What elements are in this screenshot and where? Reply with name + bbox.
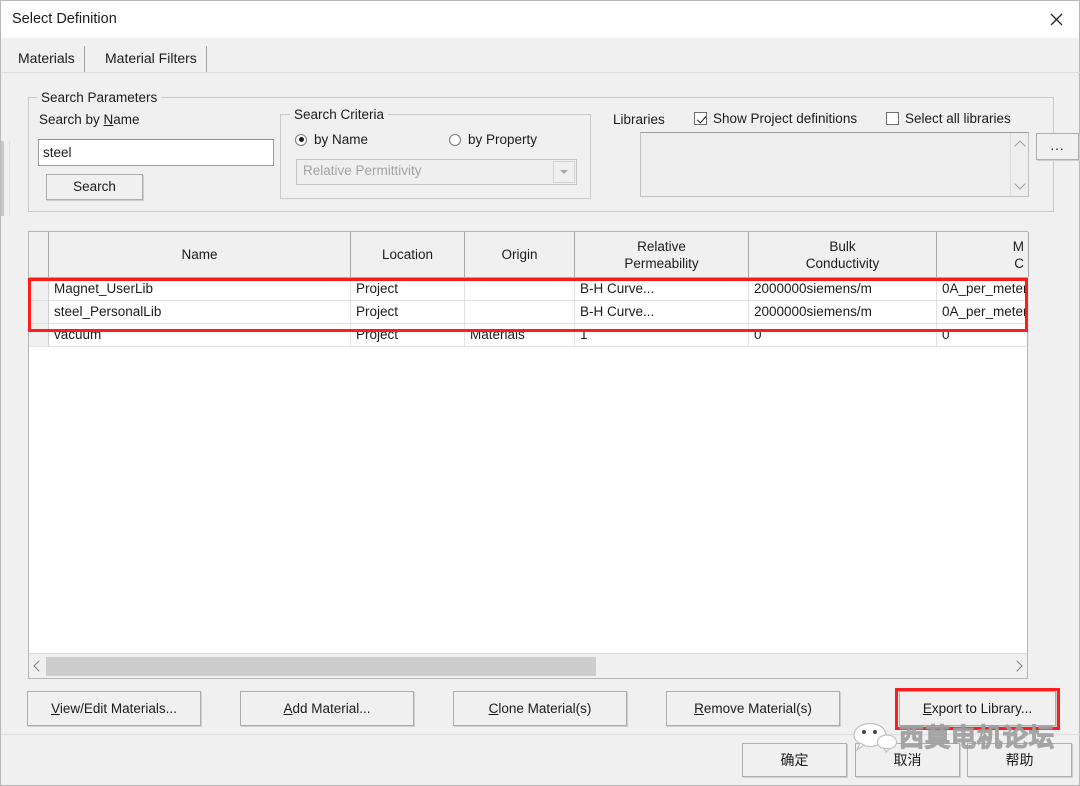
scrollbar-thumb[interactable] [46,657,596,676]
checkbox-select-all-libraries[interactable]: Select all libraries [886,111,1011,126]
table-header-row-selector [29,232,49,277]
radio-by-name-label: by Name [314,132,369,147]
table-header-cell[interactable]: Bulk Conductivity [749,232,937,277]
checkbox-show-project-definitions[interactable]: Show Project definitions [694,111,857,126]
table-cell[interactable]: 1 [575,324,749,346]
search-by-name-label: Search by Name [39,112,140,127]
property-select[interactable]: Relative Permittivity [296,159,577,185]
table-header-label: Bulk [829,238,856,254]
table-header-cell[interactable]: Name [49,232,351,277]
search-criteria-legend: Search Criteria [290,107,389,122]
table-cell[interactable]: 0A_per_meter [937,278,1029,300]
row-selector-cell[interactable] [29,324,49,346]
property-select-value: Relative Permittivity [303,163,422,178]
table-row[interactable]: vacuum Project Materials 1 0 0 [29,324,1029,347]
chevron-down-icon[interactable] [553,161,575,183]
table-cell[interactable]: Project [351,278,465,300]
dialog-button-row: 确定 取消 帮助 [1,743,1079,781]
search-parameters-group: Search Parameters Search by Name Search … [28,90,1079,212]
table-header-label: Name [181,247,218,262]
tab-underline [1,72,1080,73]
title-bar: Select Definition [1,1,1079,38]
browse-libraries-button[interactable]: ... [1036,133,1079,160]
clone-materials-button[interactable]: Clone Material(s) [453,691,627,726]
table-cell[interactable]: 0 [937,324,1029,346]
action-button-row: View/Edit Materials... Add Material... C… [1,691,1079,727]
tab-strip: Materials Material Filters [1,38,1080,73]
table-cell[interactable]: 0 [749,324,937,346]
tab-materials[interactable]: Materials [9,46,85,73]
table-header-label-line2: C [1014,255,1024,271]
table-cell[interactable] [465,301,575,323]
table-cell[interactable]: Magnet_UserLib [49,278,351,300]
table-header-label: Location [381,247,434,262]
table-cell[interactable] [465,278,575,300]
table-horizontal-scrollbar[interactable] [29,653,1027,678]
ok-button[interactable]: 确定 [742,743,847,777]
chevron-down-icon[interactable] [1011,176,1028,194]
radio-by-name[interactable]: by Name [295,132,368,147]
radio-button-icon [449,133,461,146]
table-header-cell[interactable]: Location [351,232,465,277]
window-title: Select Definition [12,11,117,27]
chevron-up-icon[interactable] [1011,135,1028,153]
separator [1,734,1080,735]
table-header-cell[interactable]: Origin [465,232,575,277]
table-row[interactable]: Magnet_UserLib Project B-H Curve... 2000000… [29,278,1029,301]
table-cell[interactable]: B-H Curve... [575,278,749,300]
help-button[interactable]: 帮助 [967,743,1072,777]
select-definition-dialog: Select Definition Materials Material Fil… [0,0,1080,786]
search-input[interactable] [38,139,274,166]
table-cell[interactable]: Project [351,324,465,346]
row-selector-cell[interactable] [29,278,49,300]
table-header-cell[interactable]: MC [937,232,1029,277]
close-icon[interactable] [1033,1,1079,37]
radio-button-icon [295,133,307,146]
remove-materials-button[interactable]: Remove Material(s) [666,691,840,726]
table-cell[interactable]: vacuum [49,324,351,346]
search-parameters-legend: Search Parameters [37,90,162,105]
row-selector-cell[interactable] [29,301,49,323]
table-cell[interactable]: B-H Curve... [575,301,749,323]
libraries-scrollbar[interactable] [1010,133,1028,196]
libraries-list[interactable] [640,132,1029,197]
view-edit-materials-button[interactable]: View/Edit Materials... [27,691,201,726]
table-cell[interactable]: Materials [465,324,575,346]
table-cell[interactable]: 2000000siemens/m [749,301,937,323]
table-header-label-line2: Conductivity [805,255,880,271]
show-project-definitions-label: Show Project definitions [713,111,858,126]
table-cell[interactable]: 0A_per_meter [937,301,1029,323]
table-body: Magnet_UserLib Project B-H Curve... 2000000… [29,278,1029,652]
table-header-cell[interactable]: Relative Permeability [575,232,749,277]
chevron-left-icon[interactable] [29,654,46,678]
table-header-row: Name Location Origin Relative Permeability Bu… [29,232,1029,278]
add-material-button[interactable]: Add Material... [240,691,414,726]
radio-by-property[interactable]: by Property [449,132,537,147]
table-cell[interactable]: steel_PersonalLib [49,301,351,323]
table-cell[interactable]: 2000000siemens/m [749,278,937,300]
table-header-label: M [1012,238,1024,254]
libraries-label: Libraries [613,112,665,127]
search-button[interactable]: Search [46,174,143,200]
tab-material-filters[interactable]: Material Filters [96,46,207,73]
materials-table: Name Location Origin Relative Permeability Bu… [28,231,1029,679]
export-to-library-button[interactable]: Export to Library... [899,691,1056,726]
chevron-right-icon[interactable] [1010,654,1027,678]
radio-by-property-label: by Property [468,132,538,147]
table-header-label: Relative [637,238,686,254]
search-criteria-group: Search Criteria by Name by Property Rela… [280,107,591,199]
cancel-button[interactable]: 取消 [855,743,960,777]
edge-artifact [1,141,4,216]
edge-artifact-2 [9,141,10,216]
checkbox-icon [886,112,899,125]
select-all-libraries-label: Select all libraries [905,111,1011,126]
table-cell[interactable]: Project [351,301,465,323]
table-row[interactable]: steel_PersonalLib Project B-H Curve... 2000… [29,301,1029,324]
table-header-label-line2: Permeability [624,255,699,271]
table-header-label: Origin [501,247,538,262]
checkbox-icon [694,112,707,125]
